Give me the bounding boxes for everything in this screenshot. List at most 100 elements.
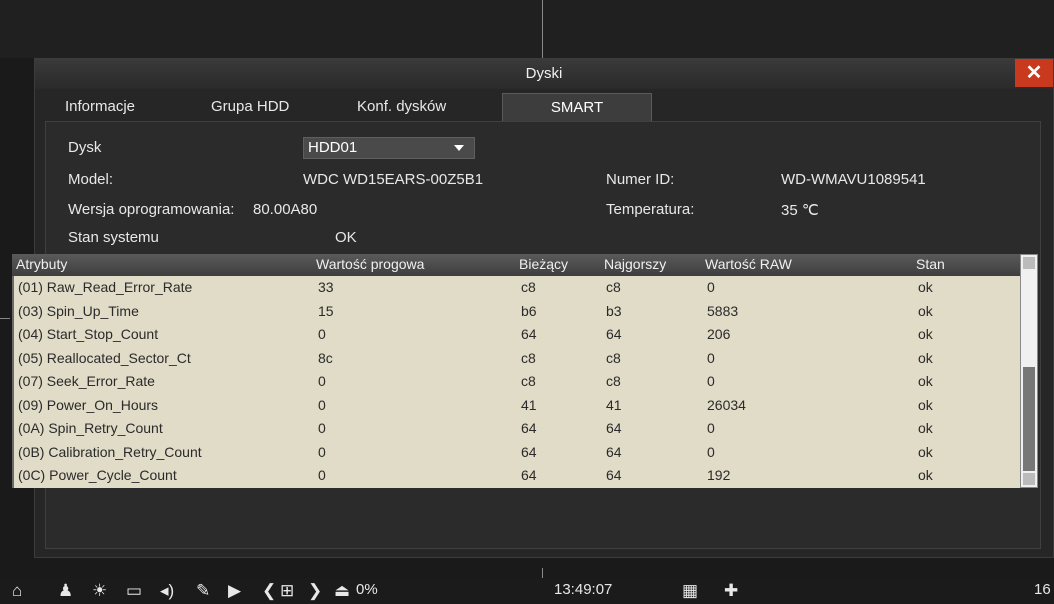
header-worst: Najgorszy xyxy=(604,256,667,272)
prev-icon[interactable]: ❮ xyxy=(262,580,276,602)
next-icon[interactable]: ❯ xyxy=(308,580,322,602)
cell-attribute: (0C) Power_Cycle_Count xyxy=(18,467,177,483)
cell-threshold: 8c xyxy=(318,349,333,366)
table-header: Atrybuty Wartość progowa Bieżący Najgors… xyxy=(12,254,1020,276)
scroll-down-button[interactable] xyxy=(1023,473,1035,485)
model-value: WDC WD15EARS-00Z5B1 xyxy=(303,171,484,188)
table-row[interactable]: (0A) Spin_Retry_Count 0 64 64 0 ok xyxy=(14,417,1022,441)
qr-icon[interactable]: ▦ xyxy=(682,580,698,602)
cell-raw: 5883 xyxy=(707,302,739,319)
cell-attribute: (03) Spin_Up_Time xyxy=(18,302,139,319)
table-body[interactable]: (01) Raw_Read_Error_Rate 33 c8 c8 0 ok (03) Sp… xyxy=(12,276,1020,488)
header-threshold: Wartość progowa xyxy=(316,256,425,272)
table-scrollbar[interactable] xyxy=(1020,254,1038,488)
user-icon[interactable]: ♟ xyxy=(58,580,73,602)
clock-time: 13:49:07 xyxy=(554,581,613,598)
background-top xyxy=(0,0,1054,58)
cell-attribute: (09) Power_On_Hours xyxy=(18,396,159,413)
cell-worst: 64 xyxy=(606,443,622,460)
tab-konf-dyskow[interactable]: Konf. dysków xyxy=(357,93,446,121)
cell-worst: 64 xyxy=(606,326,622,342)
disk-select[interactable]: HDD01 xyxy=(303,137,475,159)
scroll-up-button[interactable] xyxy=(1023,257,1035,269)
cell-raw: 0 xyxy=(707,443,715,460)
firmware-label: Wersja oprogramowania: xyxy=(68,201,235,218)
table-row[interactable]: (01) Raw_Read_Error_Rate 33 c8 c8 0 ok xyxy=(14,276,1022,300)
speaker-icon[interactable]: ◂) xyxy=(160,580,174,602)
cell-raw: 192 xyxy=(707,467,731,483)
cell-current: 64 xyxy=(521,443,537,460)
id-label: Numer ID: xyxy=(606,171,675,188)
cell-current: c8 xyxy=(521,349,536,366)
model-label: Model: xyxy=(68,171,114,188)
hdd-usage: 0% xyxy=(356,581,378,598)
header-status: Stan xyxy=(916,256,945,272)
table-row[interactable]: (05) Reallocated_Sector_Ct 8c c8 c8 0 ok xyxy=(14,347,1022,371)
cell-worst: c8 xyxy=(606,349,621,366)
divider-tick-left xyxy=(0,318,10,319)
cell-status: ok xyxy=(918,373,933,389)
cell-threshold: 0 xyxy=(318,373,326,389)
cell-current: 41 xyxy=(521,396,537,413)
table-row[interactable]: (03) Spin_Up_Time 15 b6 b3 5883 ok xyxy=(14,300,1022,324)
cell-attribute: (0A) Spin_Retry_Count xyxy=(18,420,163,436)
cell-raw: 0 xyxy=(707,420,715,436)
header-current: Bieżący xyxy=(519,256,569,272)
cell-attribute: (04) Start_Stop_Count xyxy=(18,326,159,342)
table-row[interactable]: (09) Power_On_Hours 0 41 41 26034 ok xyxy=(14,394,1022,418)
header-raw: Wartość RAW xyxy=(705,256,792,272)
table-row[interactable]: (07) Seek_Error_Rate 0 c8 c8 0 ok xyxy=(14,370,1022,394)
cell-worst: b3 xyxy=(606,302,622,319)
pin-icon[interactable]: ✚ xyxy=(724,580,738,602)
table-row[interactable]: (0C) Power_Cycle_Count 0 64 64 192 ok xyxy=(14,464,1022,488)
monitor-icon[interactable]: ▭ xyxy=(126,580,142,602)
play-icon[interactable]: ▶ xyxy=(228,580,241,602)
cell-worst: 41 xyxy=(606,396,622,413)
cell-threshold: 15 xyxy=(318,302,334,319)
tab-grupa-hdd[interactable]: Grupa HDD xyxy=(211,93,289,121)
id-value: WD-WMAVU1089541 xyxy=(781,171,926,188)
smart-table: Atrybuty Wartość progowa Bieżący Najgors… xyxy=(12,254,1038,490)
disk-select-value: HDD01 xyxy=(308,139,358,156)
header-attributes: Atrybuty xyxy=(16,256,68,272)
table-row[interactable]: (0B) Calibration_Retry_Count 0 64 64 0 ok xyxy=(14,441,1022,465)
close-button[interactable]: ✕ xyxy=(1015,59,1053,87)
cell-current: 64 xyxy=(521,467,537,483)
scroll-thumb[interactable] xyxy=(1023,367,1035,471)
cell-attribute: (0B) Calibration_Retry_Count xyxy=(18,443,202,460)
home-icon[interactable]: ⌂ xyxy=(12,580,22,602)
cell-attribute: (01) Raw_Read_Error_Rate xyxy=(18,279,193,295)
cell-current: c8 xyxy=(521,373,536,389)
alarm-icon[interactable]: ☀ xyxy=(92,580,107,602)
cell-raw: 0 xyxy=(707,349,715,366)
cell-threshold: 0 xyxy=(318,396,326,413)
divider-line-top xyxy=(542,0,543,58)
system-status-value: OK xyxy=(335,229,357,246)
temperature-value: 35 ℃ xyxy=(781,202,819,219)
cell-threshold: 0 xyxy=(318,420,326,436)
cell-attribute: (05) Reallocated_Sector_Ct xyxy=(18,349,191,366)
temperature-label: Temperatura: xyxy=(606,201,695,218)
cell-worst: c8 xyxy=(606,373,621,389)
pen-icon[interactable]: ✎ xyxy=(196,580,210,602)
hdd-icon: ⏏ xyxy=(334,581,351,600)
firmware-value: 80.00A80 xyxy=(253,201,318,218)
cell-raw: 0 xyxy=(707,279,715,295)
tab-informacje[interactable]: Informacje xyxy=(65,93,135,121)
cell-status: ok xyxy=(918,349,933,366)
cell-raw: 0 xyxy=(707,373,715,389)
tab-bar: Informacje Grupa HDD Konf. dysków SMART xyxy=(35,89,1053,121)
cell-status: ok xyxy=(918,443,933,460)
grid-icon[interactable]: ⊞ xyxy=(280,580,294,602)
cell-raw: 26034 xyxy=(707,396,746,413)
chevron-down-icon xyxy=(454,145,464,151)
cell-status: ok xyxy=(918,467,933,483)
cell-worst: c8 xyxy=(606,279,621,295)
table-row[interactable]: (04) Start_Stop_Count 0 64 64 206 ok xyxy=(14,323,1022,347)
cell-current: 64 xyxy=(521,420,537,436)
cell-worst: 64 xyxy=(606,420,622,436)
tab-smart[interactable]: SMART xyxy=(502,93,652,121)
cell-current: b6 xyxy=(521,302,537,319)
system-status-label: Stan systemu xyxy=(68,229,159,246)
dialog-title: Dyski xyxy=(35,59,1053,89)
